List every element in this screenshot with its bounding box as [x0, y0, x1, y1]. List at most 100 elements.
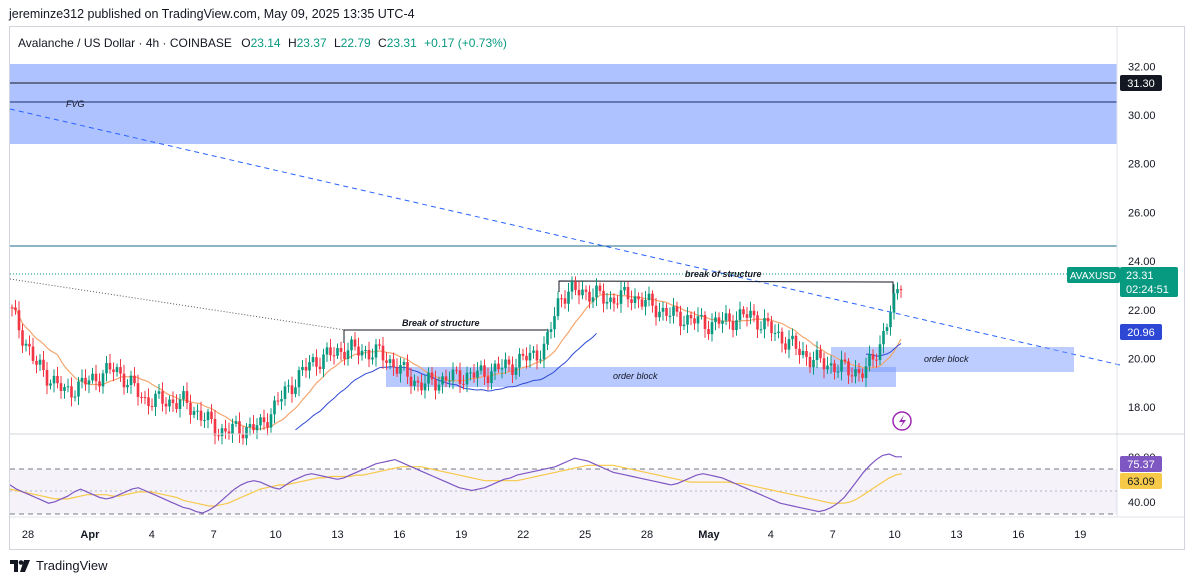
candle [787, 330, 791, 359]
last-price-tag: 23.31 02:24:51 [1120, 267, 1178, 297]
candle [308, 355, 311, 379]
tradingview-logo-icon [10, 559, 30, 572]
candle [703, 311, 707, 338]
candle [553, 307, 556, 338]
time-tick-8: 22 [517, 529, 529, 541]
candle [35, 355, 38, 374]
candle [171, 391, 175, 413]
candle [378, 339, 381, 350]
candle [535, 344, 539, 370]
time-tick-13: 7 [830, 529, 836, 541]
candle [213, 410, 217, 445]
candle [598, 282, 602, 295]
candle [528, 344, 532, 368]
candle [42, 350, 45, 377]
candle [329, 338, 332, 362]
candle [612, 293, 616, 312]
price-axis[interactable]: 32.00 30.00 28.00 26.00 24.00 22.00 20.00 18.00 [1128, 61, 1156, 414]
time-axis[interactable]: 28 Apr 4 7 10 13 16 19 22 25 28 May 4 7 10 13 16 19 [22, 529, 1087, 541]
candle [259, 413, 262, 431]
close-value: 23.31 [387, 36, 417, 50]
candle [633, 288, 637, 309]
time-tick-2: 4 [149, 529, 155, 541]
price-tick-6: 20.00 [1128, 354, 1156, 366]
candle [301, 359, 304, 376]
rsi-ma-value-tag: 63.09 [1120, 473, 1162, 489]
tradingview-brand[interactable]: TradingView [10, 558, 108, 573]
candle [168, 395, 171, 412]
candle [700, 308, 703, 320]
candle [801, 342, 805, 359]
candle [605, 292, 609, 310]
candle [273, 395, 276, 424]
candle [532, 345, 535, 359]
candle [675, 301, 679, 317]
symbol-legend[interactable]: Avalanche / US Dollar · 4h · COINBASE O2… [18, 36, 507, 50]
candle [234, 415, 238, 428]
candle [108, 354, 112, 375]
time-tick-5: 13 [331, 529, 343, 541]
fvg-zone[interactable] [10, 64, 1117, 144]
candle [731, 314, 735, 338]
candle [280, 390, 283, 410]
bos-left-line [343, 329, 549, 345]
candle [721, 312, 724, 333]
candle [119, 359, 122, 382]
candle [276, 392, 280, 406]
candle [682, 315, 686, 331]
time-tick-14: 10 [888, 529, 900, 541]
candle [745, 306, 749, 327]
candle [294, 379, 297, 398]
ticker-tag[interactable]: AVAXUSD [1067, 267, 1120, 283]
candle [616, 295, 619, 309]
price-tick-7: 18.00 [1128, 402, 1156, 414]
candle [318, 357, 322, 374]
order-block-left-label: order block [613, 371, 658, 381]
candle [325, 342, 329, 362]
level-price-tag: 31.30 [1120, 75, 1162, 91]
candle [714, 311, 717, 331]
time-tick-4: 10 [269, 529, 281, 541]
candle [290, 376, 294, 403]
candle [311, 353, 315, 367]
high-value: 23.37 [297, 36, 327, 50]
candle [210, 404, 213, 424]
candle [658, 302, 661, 322]
candle [178, 393, 182, 418]
candle [623, 281, 626, 295]
dotted-trendline [9, 278, 346, 331]
candle [759, 321, 763, 334]
time-tick-11: May [698, 529, 720, 541]
candle [287, 379, 290, 393]
candle [126, 379, 129, 394]
candle [339, 341, 343, 361]
low-value: 22.79 [341, 36, 371, 50]
candle [21, 323, 24, 354]
chart-svg[interactable]: FVG order block order block Break of str… [9, 27, 1184, 549]
candle [28, 335, 31, 356]
candle [63, 383, 66, 399]
candle [133, 367, 136, 387]
rsi-tick-bottom: 40.00 [1128, 497, 1156, 509]
candle [332, 346, 336, 365]
time-tick-12: 4 [768, 529, 774, 541]
candle [66, 378, 70, 393]
candle [206, 408, 210, 429]
candle [164, 397, 168, 415]
candle [574, 276, 577, 296]
candle [105, 356, 108, 382]
lightning-icon[interactable] [892, 411, 912, 431]
svg-text:02:24:51: 02:24:51 [1126, 284, 1169, 296]
candle [59, 375, 63, 399]
candle [619, 281, 623, 313]
candle [122, 364, 126, 395]
candle [161, 382, 164, 412]
candle [798, 341, 801, 364]
candle [192, 406, 196, 419]
candle [101, 369, 105, 394]
time-tick-0: 28 [22, 529, 34, 541]
candle [248, 417, 252, 436]
chart-frame[interactable]: FVG order block order block Break of str… [9, 26, 1185, 550]
price-tick-2: 28.00 [1128, 159, 1156, 171]
candle [640, 292, 644, 310]
